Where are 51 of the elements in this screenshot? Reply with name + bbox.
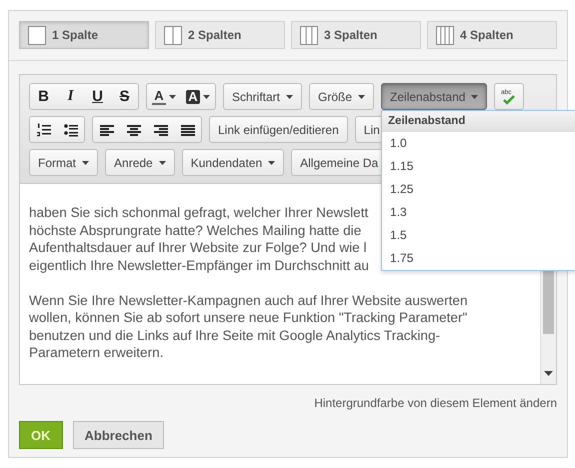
- menu-item[interactable]: 1.5: [382, 224, 575, 247]
- cancel-button[interactable]: Abbrechen: [72, 421, 164, 449]
- underline-button[interactable]: U: [84, 84, 111, 109]
- columns-icon: [28, 26, 46, 44]
- caret-icon: [158, 160, 166, 164]
- dropdown-button[interactable]: Format: [29, 149, 98, 176]
- menu-item[interactable]: 1.75: [382, 247, 575, 270]
- text-line: wollen, können Sie ab sofort unsere neue Funktion "Tracking Parameter": [29, 309, 468, 326]
- background-color-button[interactable]: A: [181, 84, 215, 109]
- caret-icon: [471, 94, 478, 98]
- caret-icon: [168, 94, 176, 98]
- dropdown-button[interactable]: Kundendaten: [182, 149, 284, 176]
- dropdown-button[interactable]: Zeilenabstand: [381, 83, 488, 110]
- text-line: haben Sie sich schonmal gefragt, welcher Ihrer Newslett: [29, 204, 368, 222]
- scroll-down-arrow-icon[interactable]: [544, 371, 553, 376]
- columns-icon: [300, 26, 318, 44]
- text-line: eigentlich Ihre Newsletter-Empfänger im Durchschnitt au: [29, 256, 369, 274]
- toolbar-button[interactable]: Link einfügen/editieren: [209, 116, 348, 143]
- bold-button[interactable]: B: [30, 84, 57, 109]
- justify-icon: [180, 122, 194, 136]
- strike-button[interactable]: S: [111, 84, 138, 109]
- column-layout-tab[interactable]: 4 Spalten: [427, 21, 557, 49]
- menu-header: Zeilenabstand: [382, 111, 575, 132]
- caret-icon: [268, 160, 276, 164]
- text-line: Parametern erweitern.: [29, 344, 164, 362]
- columns-icon: [164, 26, 182, 44]
- text-line: höchste Absprungrate hatte? Welches Mailing hatte die: [29, 222, 362, 239]
- text-line: Wenn Sie Ihre Newsletter-Kampagnen auch auf Ihrer Website auswerten: [29, 292, 468, 309]
- caret-icon: [286, 94, 294, 98]
- text-color-button[interactable]: A: [147, 84, 181, 109]
- align-right-icon: [154, 122, 168, 136]
- menu-item[interactable]: 1.25: [382, 178, 575, 201]
- dropdown-button[interactable]: Größe: [309, 83, 374, 110]
- dropdown-button[interactable]: Anrede: [105, 149, 175, 176]
- background-color-link[interactable]: Hintergrundfarbe von diesem Element ändern: [314, 396, 557, 410]
- bullet-list-icon: [64, 122, 78, 136]
- dropdown-button[interactable]: Schriftart: [223, 83, 302, 110]
- column-layout-tab[interactable]: 3 Spalten: [291, 21, 421, 49]
- columns-icon: [436, 26, 454, 44]
- text-line: benutzen und die Links auf Ihre Seite mit Google Analytics Tracking-: [29, 326, 440, 344]
- text-line: Aufenthaltsdauer auf Ihrer Website zur Folge? Und wie l: [29, 239, 367, 256]
- menu-item[interactable]: 1.3: [382, 201, 575, 224]
- column-layout-tab[interactable]: 2 Spalten: [155, 21, 285, 49]
- caret-icon: [82, 160, 90, 164]
- caret-icon: [358, 94, 366, 98]
- caret-icon: [202, 94, 210, 98]
- numbered-list-icon: [36, 122, 50, 136]
- align-center-icon: [126, 122, 140, 136]
- column-layout-tab[interactable]: 1 Spalte: [19, 21, 149, 49]
- italic-button[interactable]: I: [57, 84, 84, 109]
- align-left-icon: [100, 122, 114, 136]
